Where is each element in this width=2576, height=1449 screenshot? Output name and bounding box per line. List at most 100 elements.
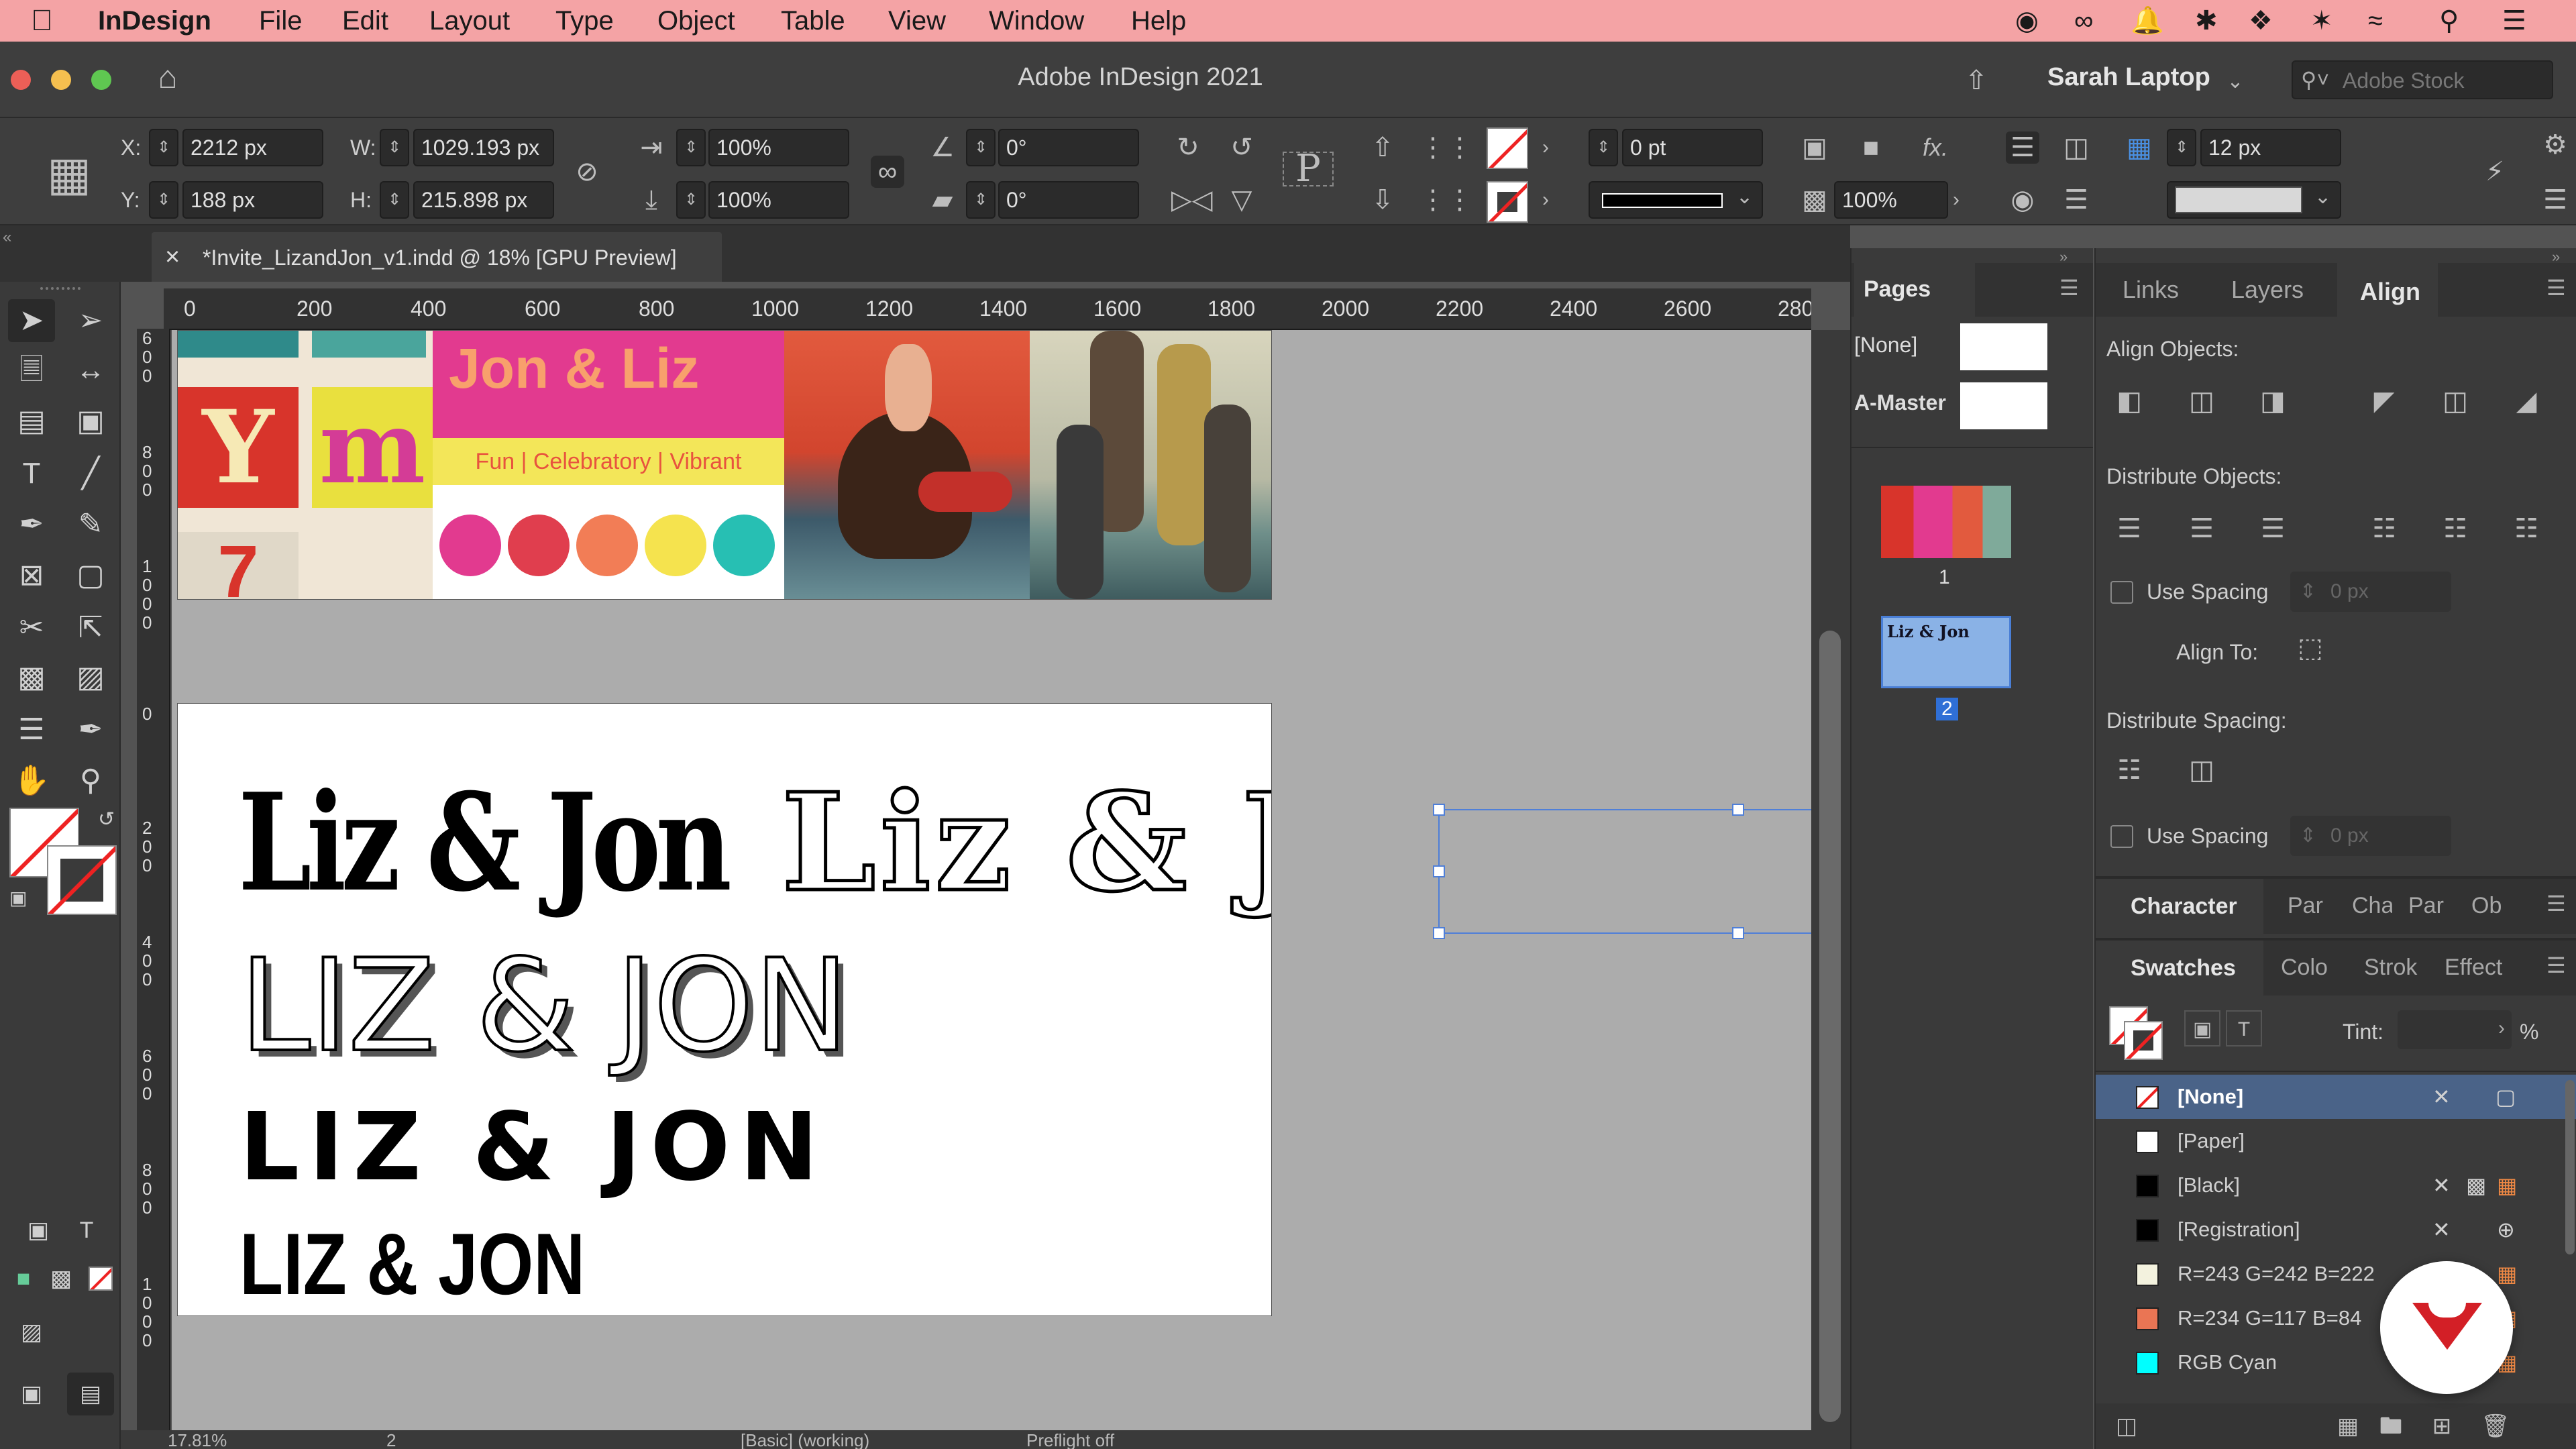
page-2[interactable]: Liz & Jon Liz & Jon LIZ & JON LIZ & JON … [177, 703, 1272, 1316]
select-next-icon[interactable]: ⋮⋮ [1419, 184, 1473, 216]
swatch-row-registration[interactable]: [Registration] ✕ ⊕ [2096, 1208, 2576, 1252]
use-spacing-checkbox-2[interactable] [2110, 825, 2133, 848]
apple-icon[interactable]:  [31, 4, 53, 38]
rotate-cw-icon[interactable]: ↻ [1171, 131, 1205, 164]
align-v-center-icon[interactable]: ◫ [2435, 381, 2475, 421]
panel-menu-icon[interactable]: ☰ [2546, 891, 2566, 916]
selected-frame[interactable] [1433, 804, 1811, 939]
vertical-scrollbar[interactable] [1811, 330, 1850, 1430]
view-mode-normal-icon[interactable]: ▣ [8, 1373, 55, 1415]
formatting-container-icon[interactable]: ▣ [2184, 1010, 2220, 1046]
gear-icon[interactable]: ⚙ [2538, 129, 2572, 161]
flip-vertical-icon[interactable]: ▽ [1225, 184, 1258, 216]
free-transform-tool-icon[interactable]: ⇱ [67, 606, 114, 649]
font-option-wide-geometric[interactable]: LIZ & JON [239, 1093, 828, 1202]
panel-menu-icon[interactable]: ☰ [2059, 275, 2079, 301]
page-tool-icon[interactable]: 🗏 [8, 349, 55, 392]
select-container-icon[interactable]: ⇧ [1366, 131, 1399, 164]
close-window-button[interactable] [11, 70, 31, 90]
object-style-dropdown[interactable]: ⌄ [2167, 181, 2341, 219]
scale-x-stepper[interactable]: ⇕ [676, 129, 706, 166]
tab-effects[interactable]: Effect [2445, 941, 2502, 994]
rotate-ccw-icon[interactable]: ↺ [1225, 131, 1258, 164]
tab-color[interactable]: Colo [2281, 941, 2328, 994]
w-stepper[interactable]: ⇕ [380, 129, 409, 166]
wifi-icon[interactable]: ≈ [2368, 4, 2383, 38]
swatch-fill-stroke[interactable] [2109, 1006, 2163, 1060]
page-1-number[interactable]: 1 [1939, 566, 1950, 589]
align-top-icon[interactable]: ◤ [2364, 381, 2404, 421]
auto-fit-icon[interactable]: ▦ [2123, 131, 2156, 164]
font-option-condensed-sans[interactable]: LIZ & JON [239, 1214, 585, 1314]
show-all-swatches-icon[interactable]: ▦ [2328, 1406, 2368, 1446]
page-2-number[interactable]: 2 [1936, 698, 1958, 720]
x-stepper[interactable]: ⇕ [149, 129, 178, 166]
gap-field[interactable]: 12 px [2200, 129, 2341, 166]
font-option-outline-serif[interactable]: Liz & Jon [780, 763, 1271, 924]
gap-tool-icon[interactable]: ↔ [67, 349, 114, 392]
apply-none-icon[interactable] [89, 1267, 113, 1291]
close-tab-icon[interactable]: × [165, 243, 180, 272]
tab-stroke[interactable]: Strok [2364, 941, 2417, 994]
apply-gradient-icon[interactable]: ▩ [38, 1257, 85, 1300]
preflight-status[interactable]: Preflight off [1026, 1430, 1114, 1449]
dropbox-icon[interactable]: ❖ [2249, 4, 2273, 38]
document-canvas[interactable]: Y m 7 Jon & Liz Fun | Celebratory | Vibr… [172, 330, 1811, 1430]
minimize-window-button[interactable] [51, 70, 71, 90]
gradient-swatch-tool-icon[interactable]: ▩ [8, 656, 55, 699]
note-tool-icon[interactable]: ☰ [8, 708, 55, 751]
menu-edit[interactable]: Edit [342, 4, 388, 38]
gap-stepper[interactable]: ⇕ [2167, 129, 2196, 166]
record-icon[interactable]: ◉ [2015, 4, 2039, 38]
tab-paragraph-styles[interactable]: Par [2408, 879, 2444, 932]
swatches-scrollbar[interactable] [2565, 1080, 2575, 1254]
bluetooth-icon[interactable]: ✶ [2310, 4, 2333, 38]
none-master-label[interactable]: [None] [1854, 333, 1917, 358]
swatch-row-none[interactable]: [None] ✕ ▢ [2096, 1075, 2576, 1119]
stroke-swatch[interactable] [47, 845, 117, 915]
pencil-tool-icon[interactable]: ✎ [67, 503, 114, 546]
page-2-thumb[interactable]: Liz & Jon [1881, 616, 2011, 688]
menu-layout[interactable]: Layout [429, 4, 510, 38]
share-icon[interactable]: ⇧ [1956, 64, 1996, 97]
shear-stepper[interactable]: ⇕ [966, 181, 996, 219]
heading-banner[interactable]: Jon & Liz [433, 331, 784, 438]
tab-character-styles[interactable]: Cha [2352, 879, 2392, 932]
use-spacing-checkbox[interactable] [2110, 581, 2133, 604]
select-previous-icon[interactable]: ⋮⋮ [1419, 131, 1473, 164]
page-1-thumb[interactable] [1881, 486, 2011, 558]
reference-point-icon[interactable]: ▦ [40, 145, 98, 203]
y-stepper[interactable]: ⇕ [149, 181, 178, 219]
distribute-spacing-horizontal-icon[interactable]: ◫ [2182, 750, 2222, 790]
collage-mermaid-image[interactable] [784, 331, 1030, 599]
reference-p-icon[interactable]: P [1283, 150, 1334, 188]
tagline-banner[interactable]: Fun | Celebratory | Vibrant [433, 438, 784, 485]
align-h-center-icon[interactable]: ◫ [2182, 381, 2222, 421]
spacing-stepper-2[interactable]: ⇕ 0 px [2290, 816, 2451, 856]
swatch-row-cream[interactable]: R=243 G=242 B=222 ▦ [2096, 1252, 2576, 1296]
stroke-menu-chevron-icon[interactable]: › [1532, 184, 1559, 216]
frame-handle[interactable] [1433, 804, 1445, 816]
frame-handle[interactable] [1433, 865, 1445, 877]
document-tab[interactable]: × *Invite_LizandJon_v1.indd @ 18% [GPU P… [152, 232, 722, 282]
stroke-weight-field[interactable]: 0 pt [1622, 129, 1763, 166]
w-field[interactable]: 1029.193 px [413, 129, 554, 166]
home-icon[interactable]: ⌂ [148, 62, 188, 94]
tab-layers[interactable]: Layers [2231, 263, 2304, 317]
none-master-thumb[interactable] [1960, 323, 2047, 370]
menu-window[interactable]: Window [989, 4, 1084, 38]
effects-icon[interactable]: fx. [1912, 131, 1959, 164]
tab-swatches[interactable]: Swatches [2096, 941, 2263, 996]
menu-view[interactable]: View [888, 4, 946, 38]
direct-selection-tool-icon[interactable]: ➢ [67, 299, 114, 342]
screen-mode-icon[interactable]: ▨ [8, 1311, 55, 1354]
notification-icon[interactable]: 🔔 [2131, 4, 2164, 38]
user-menu[interactable]: Sarah Laptop [2047, 63, 2210, 92]
distribute-h-center-icon[interactable]: ☷ [2435, 508, 2475, 549]
formatting-text-icon[interactable]: T [63, 1209, 110, 1252]
panel-menu-icon[interactable]: ☰ [2546, 275, 2566, 301]
tab-paragraph[interactable]: Par [2288, 879, 2323, 932]
opacity-chevron-icon[interactable]: › [1943, 184, 1970, 216]
flip-horizontal-icon[interactable]: ▷◁ [1171, 184, 1213, 216]
vintage-bathers-image[interactable] [1030, 331, 1271, 599]
